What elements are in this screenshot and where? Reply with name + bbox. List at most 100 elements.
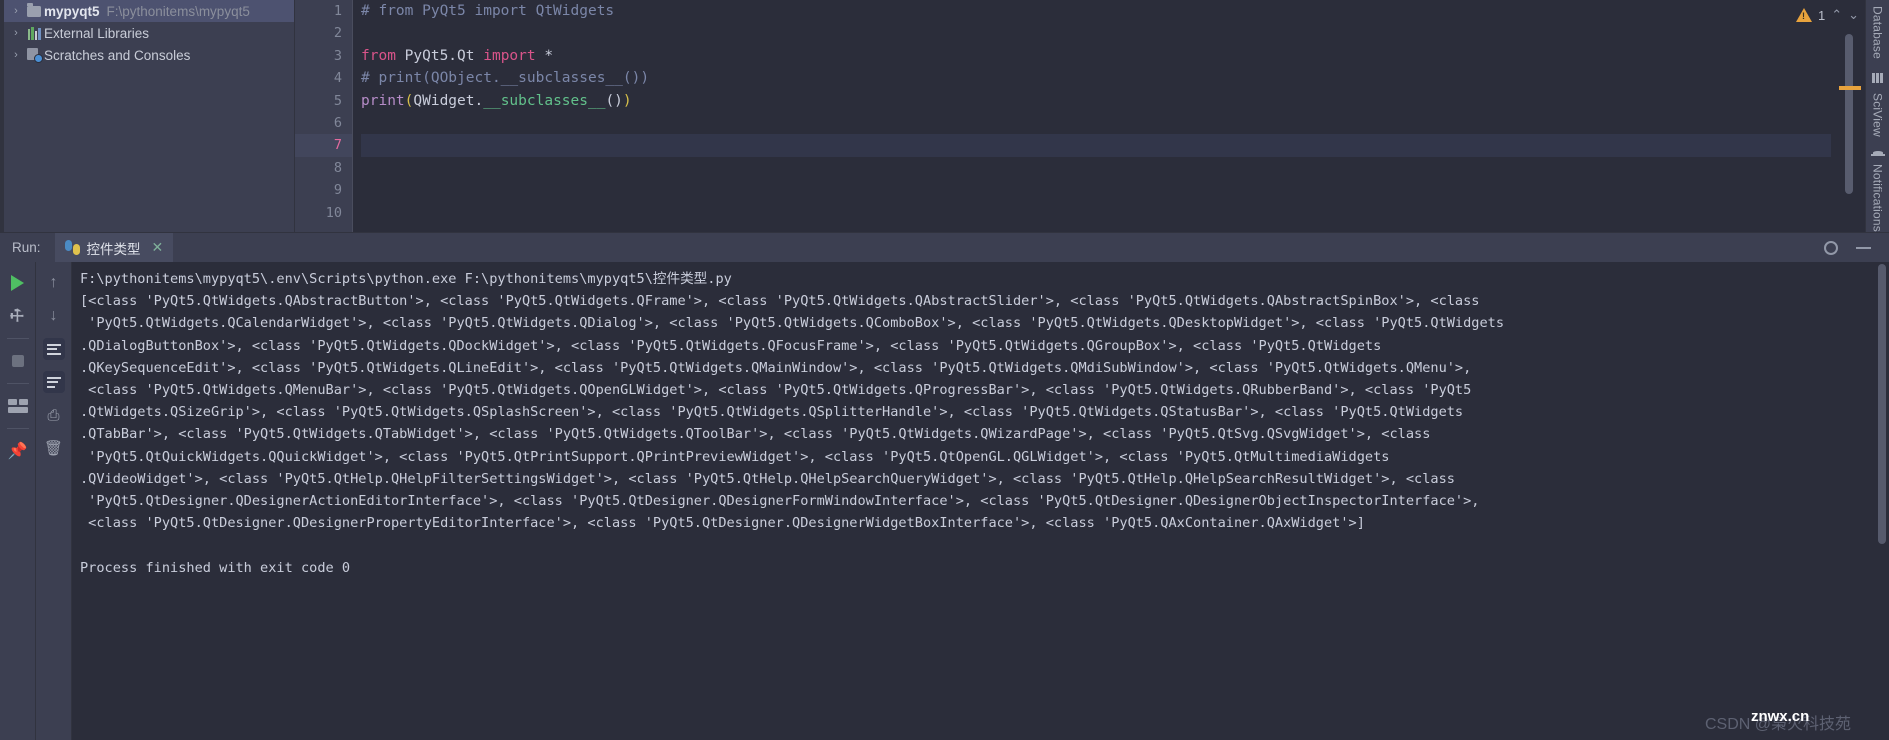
stop-icon[interactable] (7, 350, 29, 372)
tool-window-notifications[interactable]: Notifications (1871, 164, 1885, 232)
minimize-icon[interactable] (1856, 246, 1871, 249)
console-line: <class 'PyQt5.QtDesigner.QDesignerProper… (80, 515, 1365, 532)
chevron-right-icon[interactable]: › (8, 27, 24, 39)
wrench-icon[interactable]: ⚒ (7, 305, 29, 327)
console-line: 'PyQt5.QtDesigner.QDesignerActionEditorI… (80, 493, 1480, 510)
run-panel-header: Run: 控件类型 ✕ (0, 232, 1889, 263)
warning-icon (1795, 8, 1812, 22)
console-line: .QtWidgets.QSizeGrip'>, <class 'PyQt5.Qt… (80, 404, 1464, 421)
code-token: __subclasses__ (483, 92, 606, 109)
layout-icon[interactable] (7, 395, 29, 417)
chevron-right-icon[interactable]: › (8, 49, 24, 61)
code-token: # from PyQt5 import QtWidgets (361, 3, 615, 19)
python-icon (64, 240, 80, 255)
run-header-actions (1824, 240, 1889, 255)
tree-item-label: Scratches and Consoles (44, 47, 191, 63)
console-output[interactable]: F:\pythonitems\mypyqt5\.env\Scripts\pyth… (72, 262, 1889, 740)
previous-problem-icon[interactable]: ⌃ (1831, 7, 1842, 23)
code-token: PyQt5.Qt (395, 47, 484, 64)
soft-wrap-icon[interactable] (42, 338, 65, 360)
pycharm-window: › mypyqt5 F:\pythonitems\mypyqt5 › Exter… (0, 0, 1889, 740)
bell-icon (1870, 150, 1885, 157)
console-line: Process finished with exit code 0 (80, 559, 351, 576)
line-number: 9 (333, 182, 342, 199)
line-number: 7 (295, 134, 352, 157)
console-line: [<class 'PyQt5.QtWidgets.QAbstractButton… (80, 293, 1480, 310)
line-number: 1 (333, 3, 342, 19)
tree-item-scratches-and-consoles[interactable]: › Scratches and Consoles (0, 44, 294, 66)
run-tool-window: Run: 控件类型 ✕ ⚒ 📌 ↑ ↓ ⎙ 🗑 F:\pythonitems\m… (0, 232, 1889, 740)
gear-icon[interactable] (1824, 240, 1838, 255)
code-token: ) (622, 92, 632, 109)
code-line (361, 134, 1831, 157)
code-token: # print(QObject.__subclasses__()) (361, 70, 650, 87)
code-text-area[interactable]: # from PyQt5 import QtWidgets from PyQt5… (353, 0, 1831, 232)
run-tab-label: 控件类型 (86, 241, 141, 257)
warning-marker[interactable] (1839, 86, 1861, 90)
project-tree-panel: › mypyqt5 F:\pythonitems\mypyqt5 › Exter… (0, 0, 295, 232)
next-problem-icon[interactable]: ⌄ (1848, 7, 1859, 23)
scroll-to-end-icon[interactable] (42, 371, 65, 393)
print-icon[interactable]: ⎙ (43, 404, 65, 426)
pin-icon[interactable]: 📌 (7, 440, 29, 462)
close-icon[interactable]: ✕ (152, 239, 164, 256)
tree-item-path: F:\pythonitems\mypyqt5 (106, 3, 250, 19)
editor-scrollbar-thumb[interactable] (1845, 34, 1853, 194)
tree-item-external-libraries[interactable]: › External Libraries (0, 22, 294, 44)
toolbar-divider (6, 383, 29, 384)
tree-item-label: External Libraries (44, 25, 150, 41)
watermark: CSDN @枭火科技苑 znwx.cn (1705, 708, 1851, 734)
line-number: 10 (325, 204, 342, 221)
line-number: 4 (333, 70, 342, 87)
console-line: .QKeySequenceEdit'>, <class 'PyQt5.QtWid… (80, 359, 1472, 376)
code-editor: 1 2 3 4 5 6 7 8 9 10 # from PyQt5 import QtWidget… (295, 0, 1831, 232)
tool-window-database[interactable]: Database (1871, 6, 1885, 59)
console-line: .QTabBar'>, <class 'PyQt5.QtWidgets.QTab… (80, 426, 1431, 443)
console-line: F:\pythonitems\mypyqt5\.env\Scripts\pyth… (80, 271, 732, 287)
toolbar-divider (6, 338, 29, 339)
warning-count: 1 (1817, 7, 1826, 23)
toolbar-divider (6, 428, 29, 429)
tool-window-sciview[interactable]: SciView (1871, 93, 1885, 137)
tree-item-mypyqt5[interactable]: › mypyqt5 F:\pythonitems\mypyqt5 (0, 0, 294, 22)
sciview-icon (1872, 72, 1883, 83)
arrow-down-icon[interactable]: ↓ (43, 305, 65, 327)
library-icon (24, 26, 44, 40)
console-line: 'PyQt5.QtQuickWidgets.QQuickWidget'>, <c… (80, 448, 1390, 465)
console-scrollbar[interactable] (1878, 262, 1886, 740)
code-token: import (483, 47, 536, 64)
trash-icon[interactable]: 🗑 (43, 437, 65, 459)
line-number-gutter: 1 2 3 4 5 6 7 8 9 10 (295, 0, 353, 232)
console-scrollbar-thumb[interactable] (1878, 264, 1886, 544)
code-token: from (361, 47, 396, 64)
top-area: › mypyqt5 F:\pythonitems\mypyqt5 › Exter… (0, 0, 1889, 232)
folder-icon (24, 2, 44, 17)
console-line: 'PyQt5.QtWidgets.QCalendarWidget'>, <cla… (80, 315, 1505, 332)
code-token: * (535, 47, 554, 64)
code-token: QWidget. (413, 92, 484, 109)
scratches-icon (24, 48, 44, 63)
editor-marker-bar[interactable]: 1 ⌃ ⌄ (1795, 0, 1865, 232)
run-panel-body: ⚒ 📌 ↑ ↓ ⎙ 🗑 F:\pythonitems\mypyqt5\.env\… (0, 262, 1889, 740)
code-line: # print(QObject.__subclasses__()) (361, 67, 1831, 89)
run-icon[interactable] (7, 272, 29, 294)
watermark-overlay: znwx.cn (1750, 708, 1810, 725)
code-token: () (605, 92, 623, 109)
line-number: 6 (333, 114, 342, 131)
run-toolbar-secondary: ↑ ↓ ⎙ 🗑 (36, 262, 72, 740)
line-number: 5 (333, 92, 342, 109)
code-line: from PyQt5.Qt import * (361, 45, 1831, 67)
inspection-widget[interactable]: 1 ⌃ ⌄ (1792, 2, 1863, 28)
arrow-up-icon[interactable]: ↑ (43, 272, 65, 294)
console-line: <class 'PyQt5.QtWidgets.QMenuBar'>, <cla… (80, 382, 1472, 399)
run-tab[interactable]: 控件类型 ✕ (54, 232, 174, 263)
code-line: print(QWidget.__subclasses__()) (361, 90, 1831, 112)
run-label: Run: (12, 240, 41, 255)
chevron-right-icon[interactable]: › (8, 5, 24, 17)
console-line: .QDialogButtonBox'>, <class 'PyQt5.QtWid… (80, 337, 1382, 354)
